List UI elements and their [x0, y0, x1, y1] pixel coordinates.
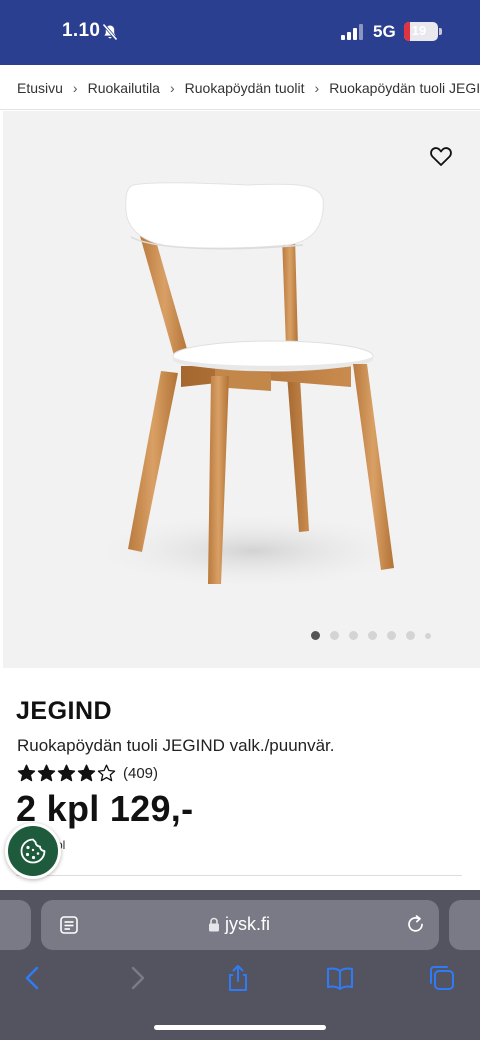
- chevron-right-icon: ›: [169, 79, 175, 96]
- next-tab-preview[interactable]: [449, 900, 480, 950]
- url-text[interactable]: jysk.fi: [225, 914, 270, 935]
- product-price: 2 kpl 129,-: [16, 788, 194, 829]
- star-filled-icon: [77, 764, 96, 782]
- breadcrumb-dining-chairs[interactable]: Ruokapöydän tuolit: [185, 80, 305, 96]
- chevron-right-icon: ›: [72, 79, 78, 96]
- back-icon[interactable]: [19, 964, 47, 992]
- breadcrumb-current: Ruokapöydän tuoli JEGIND: [329, 79, 480, 96]
- bookmarks-icon[interactable]: [326, 964, 354, 992]
- reload-icon[interactable]: [405, 914, 426, 935]
- battery-icon: 19: [404, 22, 438, 41]
- previous-tab-preview[interactable]: [0, 900, 31, 950]
- share-icon[interactable]: [224, 964, 252, 992]
- breadcrumb-home[interactable]: Etusivu: [17, 80, 63, 96]
- reader-mode-icon[interactable]: [59, 915, 79, 935]
- carousel-pagination[interactable]: [311, 631, 431, 640]
- forward-icon[interactable]: [123, 964, 151, 992]
- product-name: Ruokapöydän tuoli JEGIND valk./puunvär.: [17, 736, 335, 755]
- network-label: 5G: [373, 22, 396, 41]
- carousel-dot[interactable]: [406, 631, 415, 640]
- home-indicator: [154, 1025, 326, 1030]
- bell-muted-icon: [102, 23, 118, 41]
- carousel-dot[interactable]: [425, 632, 431, 639]
- review-count[interactable]: (409): [123, 765, 158, 782]
- address-bar[interactable]: jysk.fi: [41, 900, 439, 950]
- battery-cap: [439, 28, 442, 35]
- breadcrumb: Etusivu › Ruokailutila › Ruokapöydän tuo…: [0, 66, 480, 110]
- carousel-dot[interactable]: [349, 631, 358, 640]
- signal-icon: [341, 24, 363, 40]
- divider: [16, 875, 462, 876]
- carousel-dot[interactable]: [330, 631, 339, 640]
- heart-outline-icon[interactable]: [429, 145, 453, 167]
- star-outline-icon: [97, 764, 116, 782]
- star-filled-icon: [57, 764, 76, 782]
- rating-stars: [17, 764, 117, 782]
- product-gallery[interactable]: [3, 111, 480, 668]
- carousel-dot[interactable]: [387, 631, 396, 640]
- status-time: 1.10: [62, 20, 101, 41]
- breadcrumb-dining[interactable]: Ruokailutila: [88, 80, 160, 96]
- carousel-dot[interactable]: [311, 631, 320, 640]
- cookie-settings-button[interactable]: [5, 823, 61, 879]
- product-image: [83, 182, 423, 591]
- star-filled-icon: [37, 764, 56, 782]
- lock-icon: [209, 917, 219, 932]
- star-filled-icon: [17, 764, 36, 782]
- status-bar: 1.10 5G 19: [0, 0, 480, 65]
- browser-toolbar: jysk.fi: [0, 890, 480, 1040]
- cookie-icon: [20, 838, 46, 864]
- chevron-right-icon: ›: [314, 79, 320, 96]
- product-brand: JEGIND: [16, 697, 113, 725]
- battery-level: 19: [411, 23, 427, 38]
- tabs-icon[interactable]: [428, 964, 456, 992]
- product-rating[interactable]: (409): [17, 764, 158, 782]
- carousel-dot[interactable]: [368, 631, 377, 640]
